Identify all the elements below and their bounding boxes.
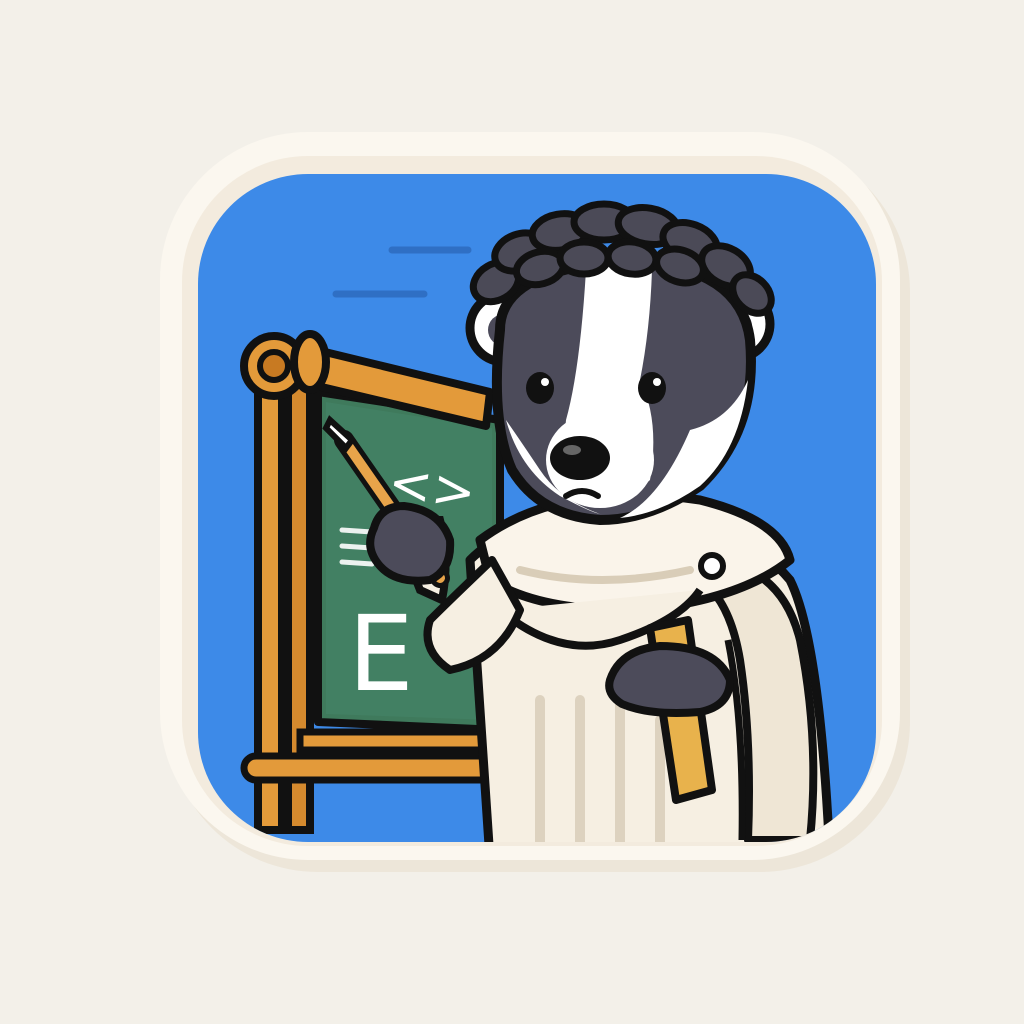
badger-left-eye	[526, 372, 554, 404]
board-letter: E	[348, 593, 414, 715]
app-icon: <> E	[0, 0, 1024, 1024]
badger-nose	[550, 436, 610, 480]
icon-artwork: <> E	[160, 132, 910, 872]
badger-left-paw	[366, 502, 455, 585]
badger-right-eye	[638, 372, 666, 404]
badger-right-paw	[605, 642, 734, 717]
